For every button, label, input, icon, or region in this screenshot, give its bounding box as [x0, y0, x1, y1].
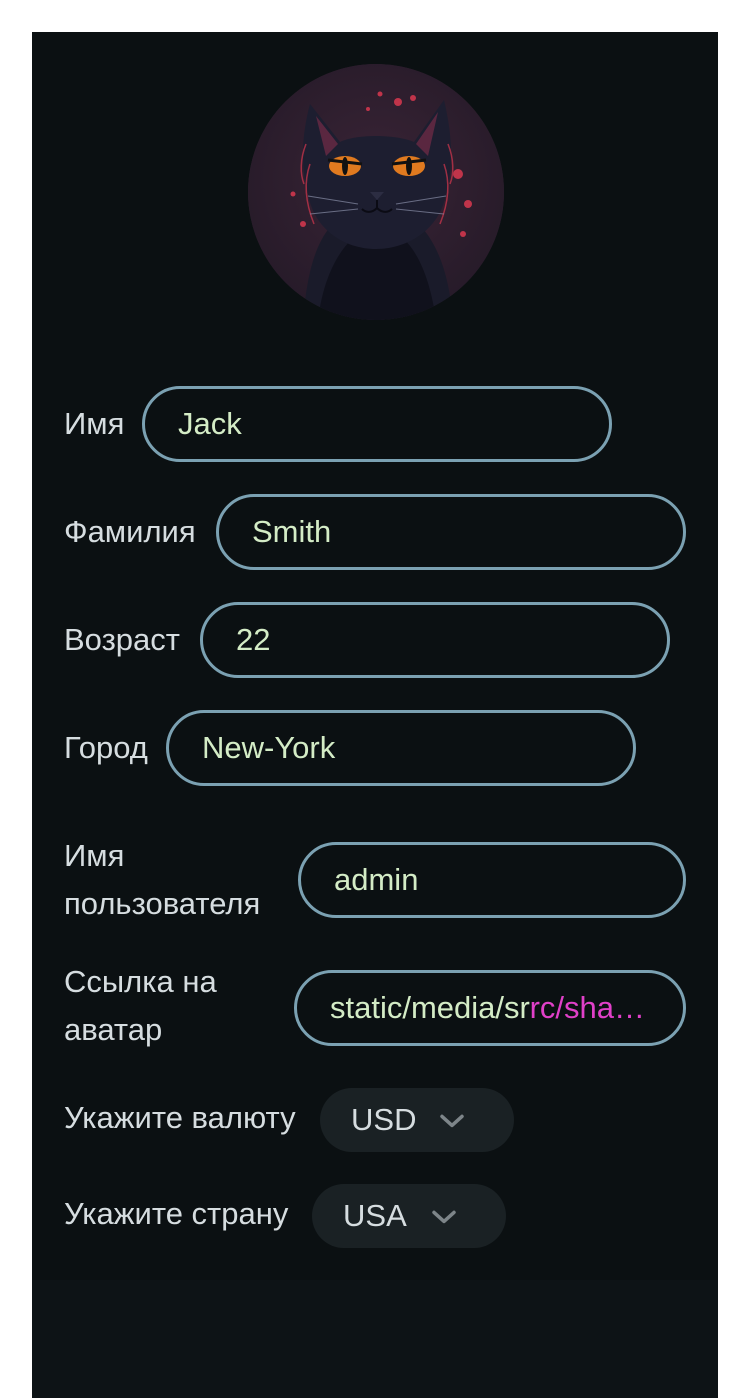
city-value: New-York — [202, 730, 336, 765]
avatar-link-label: Ссылка на аватар — [64, 964, 217, 1047]
currency-select[interactable]: USD — [320, 1088, 514, 1152]
profile-card: Имя Jack Фамилия Smith Возраст 22 Город … — [32, 32, 718, 1398]
cat-avatar-icon — [248, 64, 504, 320]
last-name-value: Smith — [252, 514, 332, 549]
currency-label: Укажите валюту — [64, 1100, 296, 1135]
country-label: Укажите страну — [64, 1196, 289, 1231]
username-label: Имя пользователя — [64, 838, 261, 921]
avatar-link-overflow: rc/sha… — [529, 990, 645, 1026]
first-name-value: Jack — [178, 406, 242, 441]
chevron-down-icon — [432, 1210, 456, 1224]
currency-value: USD — [351, 1102, 417, 1137]
first-name-input[interactable]: Jack — [142, 386, 612, 462]
city-input[interactable]: New-York — [166, 710, 636, 786]
card-footer — [32, 1280, 718, 1398]
username-input[interactable]: admin — [298, 842, 686, 918]
age-value: 22 — [236, 622, 271, 657]
first-name-label: Имя — [64, 406, 125, 441]
chevron-down-icon — [440, 1114, 464, 1128]
last-name-input[interactable]: Smith — [216, 494, 686, 570]
avatar-link-input[interactable]: static/media/src/sha rc/sha… — [294, 970, 686, 1046]
country-value: USA — [343, 1198, 407, 1233]
last-name-label: Фамилия — [64, 514, 196, 549]
city-label: Город — [64, 730, 148, 765]
country-select[interactable]: USA — [312, 1184, 506, 1248]
avatar — [248, 64, 504, 320]
username-value: admin — [334, 862, 419, 897]
age-label: Возраст — [64, 622, 180, 657]
age-input[interactable]: 22 — [200, 602, 670, 678]
